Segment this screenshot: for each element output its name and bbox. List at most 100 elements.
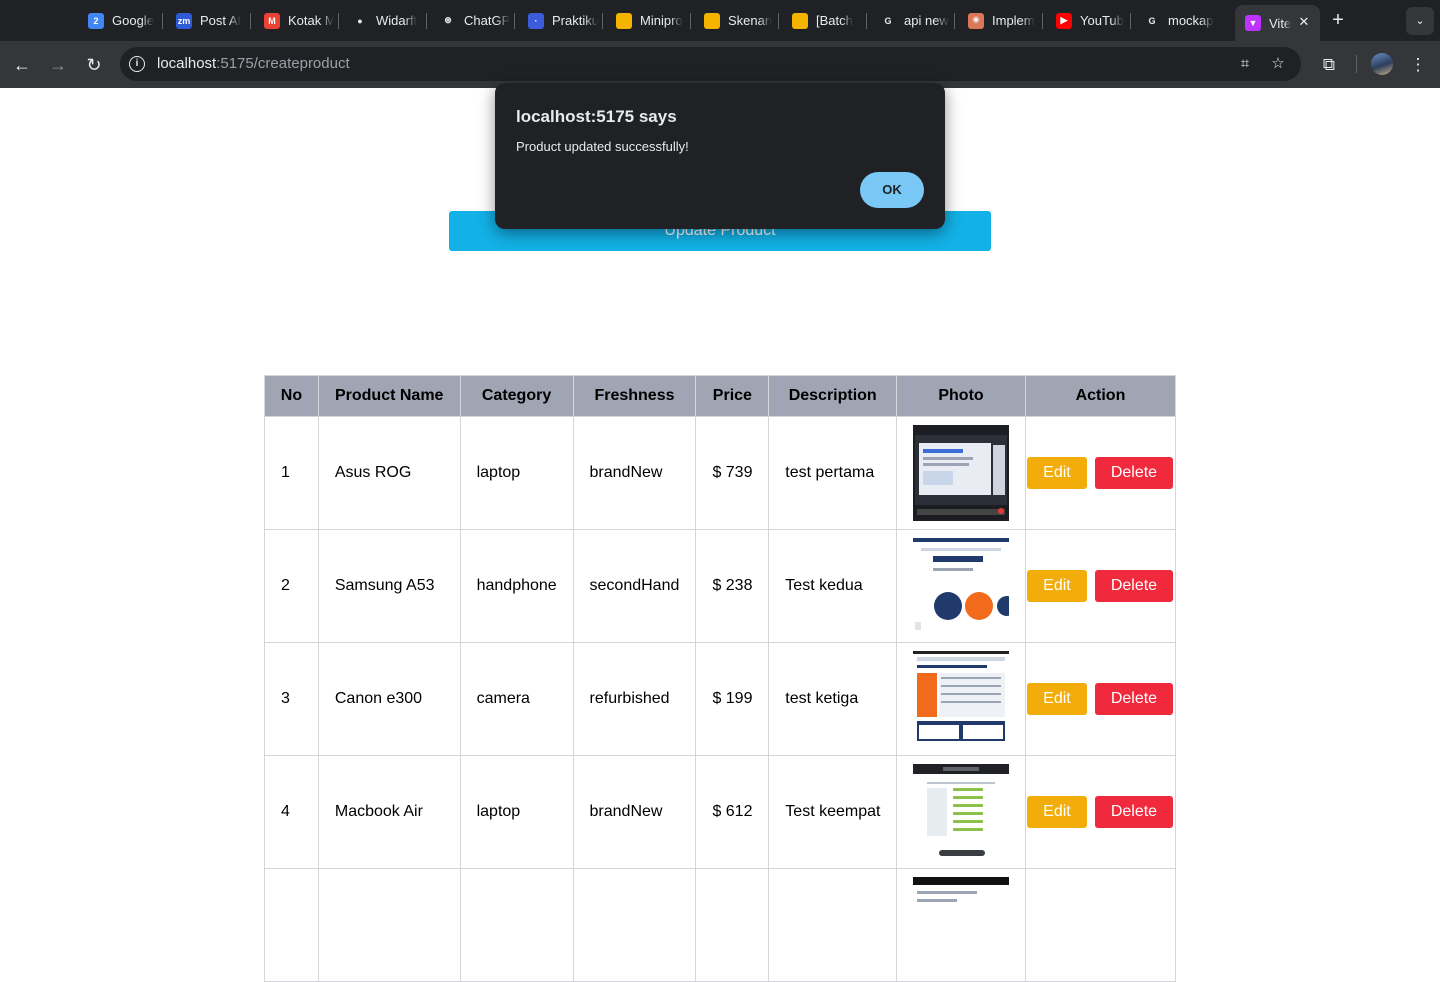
cell-empty — [264, 868, 319, 982]
cell-empty — [459, 868, 574, 982]
browser-tab[interactable]: Skenari — [694, 6, 774, 35]
header-price: Price — [695, 375, 770, 417]
reload-button[interactable]: ↻ — [81, 52, 107, 78]
cell-action: Edit Delete — [1024, 529, 1177, 643]
cell-freshness: secondHand — [572, 529, 697, 643]
tab-separator — [514, 13, 515, 29]
edit-button[interactable]: Edit — [1026, 457, 1087, 489]
delete-button[interactable]: Delete — [1094, 570, 1173, 602]
tab-title: Google — [112, 13, 154, 28]
cell-photo — [896, 529, 1026, 643]
product-photo — [913, 425, 1010, 521]
browser-tab[interactable]: ⊛ ChatGP — [430, 6, 510, 35]
header-action: Action — [1024, 375, 1177, 417]
browser-tab[interactable]: Gapi new — [870, 6, 950, 35]
vite-icon: ▼ — [1245, 15, 1261, 31]
table-header-row: No Product Name Category Freshness Price… — [264, 375, 1177, 417]
cell-name: Macbook Air — [317, 755, 461, 869]
browser-tab[interactable]: 2 Google — [78, 6, 158, 35]
google-slides-icon — [704, 12, 720, 29]
cell-action: Edit Delete — [1024, 755, 1177, 869]
table-row-partial — [264, 868, 1177, 982]
browser-tab[interactable]: ▼ Vite ✕ — [1235, 5, 1320, 41]
tab-separator — [1042, 13, 1043, 29]
cell-action: Edit Delete — [1024, 642, 1177, 756]
delete-button[interactable]: Delete — [1094, 457, 1173, 489]
tab-separator — [1130, 13, 1131, 29]
cell-empty — [695, 868, 770, 982]
alert-dialog: localhost:5175 says Product updated succ… — [495, 83, 945, 229]
tab-title: Implem — [992, 13, 1035, 28]
tab-separator — [954, 13, 955, 29]
back-button[interactable]: ← — [9, 52, 35, 78]
browser-tab[interactable]: ▶ YouTub — [1046, 6, 1126, 35]
product-photo — [913, 651, 1010, 747]
header-photo: Photo — [896, 375, 1026, 417]
delete-button[interactable]: Delete — [1094, 683, 1173, 715]
table-body: 1 Asus ROG laptop brandNew $ 739 test pertama… — [264, 416, 1177, 982]
browser-tab[interactable]: · Praktiku — [518, 6, 598, 35]
dialog-title: localhost:5175 says — [516, 107, 677, 126]
url-host: localhost — [157, 55, 217, 72]
edit-button[interactable]: Edit — [1026, 796, 1087, 828]
profile-avatar[interactable] — [1371, 53, 1393, 75]
edit-button[interactable]: Edit — [1026, 570, 1087, 602]
tab-title: Vite — [1269, 15, 1292, 31]
translate-icon[interactable]: ⌗ — [1236, 55, 1254, 73]
dialog-ok-button[interactable]: OK — [860, 172, 924, 208]
cell-no: 2 — [264, 529, 319, 643]
tab-title: [Batch — [816, 13, 853, 28]
table-row: 4 Macbook Air laptop brandNew $ 612 Test keem… — [264, 755, 1177, 869]
cell-description: test pertama — [768, 416, 898, 530]
browser-tab[interactable]: Minipro — [606, 6, 686, 35]
bookmark-star-icon[interactable]: ☆ — [1269, 55, 1287, 73]
forward-button[interactable]: → — [45, 52, 71, 78]
browser-toolbar: ← → ↻ i localhost:5175/createproduct ⌗ ☆… — [0, 41, 1440, 88]
cell-freshness: brandNew — [572, 416, 697, 530]
extensions-puzzle-icon[interactable]: ⧉ — [1317, 53, 1341, 77]
browser-tab[interactable]: zm Post At — [166, 6, 246, 35]
browser-tab[interactable]: [Batch — [782, 6, 862, 35]
cell-photo — [896, 416, 1026, 530]
product-photo — [913, 877, 1010, 917]
header-description: Description — [768, 375, 898, 417]
tab-title: mockap — [1168, 13, 1214, 28]
google-slides-icon — [616, 12, 632, 29]
cell-price: $ 739 — [695, 416, 770, 530]
cell-empty — [768, 868, 898, 982]
tab-title: YouTub — [1080, 13, 1124, 28]
cell-price: $ 238 — [695, 529, 770, 643]
tab-search-button[interactable]: ⌄ — [1406, 7, 1434, 35]
tab-separator — [778, 13, 779, 29]
cell-name: Samsung A53 — [317, 529, 461, 643]
cell-photo — [896, 642, 1026, 756]
header-product-name: Product Name — [317, 375, 461, 417]
tab-title: Skenari — [728, 13, 773, 28]
site-info-icon[interactable]: i — [129, 56, 145, 72]
address-bar[interactable]: i localhost:5175/createproduct ⌗ ☆ — [120, 47, 1301, 81]
cell-empty — [317, 868, 461, 982]
tab-title: Praktiku — [552, 13, 598, 28]
zoom-icon: zm — [176, 12, 192, 29]
browser-tab[interactable]: ✳ Implem — [958, 6, 1038, 35]
tab-separator — [866, 13, 867, 29]
browser-tab[interactable]: Gmockap — [1134, 6, 1214, 35]
cell-no: 4 — [264, 755, 319, 869]
browser-tab[interactable]: M Kotak M — [254, 6, 334, 35]
edit-button[interactable]: Edit — [1026, 683, 1087, 715]
tab-title: Widarft — [376, 13, 418, 28]
browser-tab[interactable]: ● Widarft — [342, 6, 422, 35]
tab-close-icon[interactable]: ✕ — [1296, 14, 1312, 30]
new-tab-button[interactable]: + — [1326, 9, 1350, 33]
tab-title: Minipro — [640, 13, 683, 28]
browser-menu-icon[interactable]: ⋮ — [1406, 53, 1430, 77]
cell-description: test ketiga — [768, 642, 898, 756]
cell-no: 3 — [264, 642, 319, 756]
cell-freshness: refurbished — [572, 642, 697, 756]
cell-freshness: brandNew — [572, 755, 697, 869]
cell-category: laptop — [459, 416, 574, 530]
cell-action: Edit Delete — [1024, 416, 1177, 530]
url-text[interactable]: localhost:5175/createproduct — [157, 55, 350, 72]
delete-button[interactable]: Delete — [1094, 796, 1173, 828]
cell-empty — [896, 868, 1026, 982]
